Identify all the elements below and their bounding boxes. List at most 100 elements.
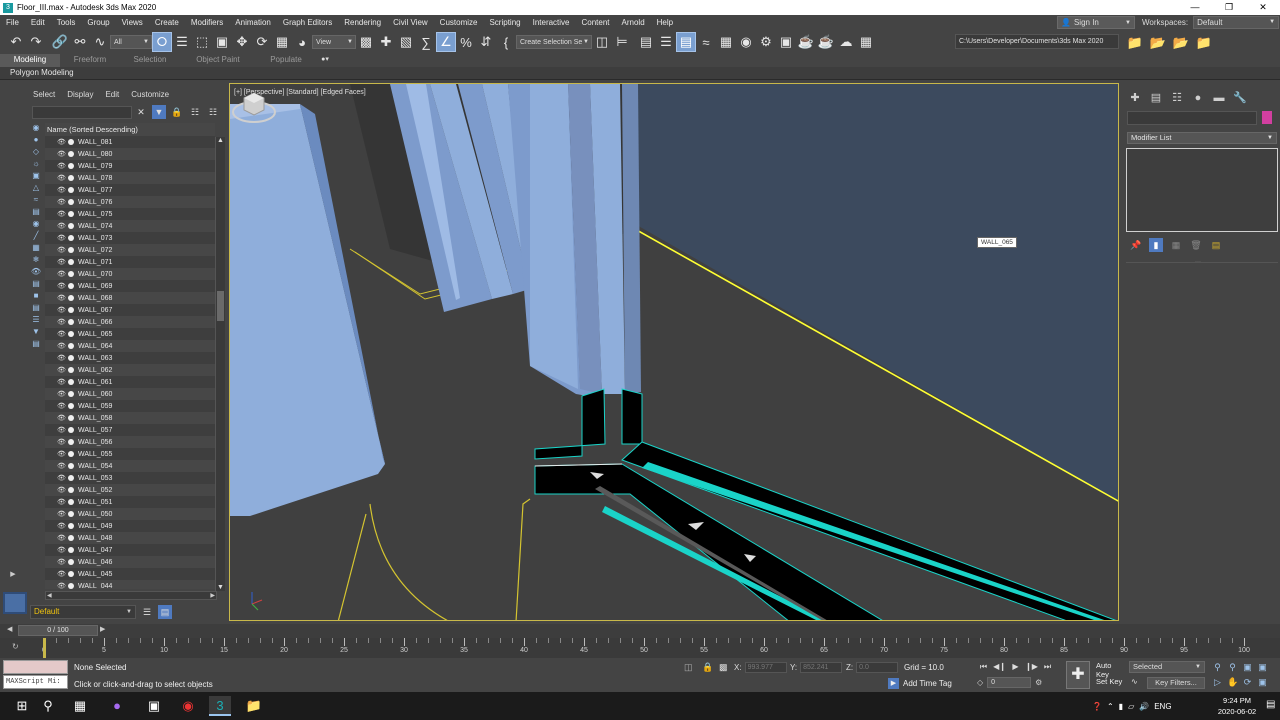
play-icon[interactable]: ▶ [1009, 661, 1022, 673]
previous-key-icon[interactable]: ◀❙ [993, 661, 1006, 673]
language-indicator[interactable]: ENG [1154, 702, 1171, 711]
menu-content[interactable]: Content [576, 18, 616, 27]
list-item[interactable]: 👁 WALL_046 [45, 556, 215, 568]
sign-in-dropdown[interactable]: 👤 Sign In ▼ [1057, 16, 1135, 29]
hierarchy-tab-icon[interactable]: ☷ [1169, 90, 1185, 106]
a360-gallery-icon[interactable]: ▦ [856, 32, 876, 52]
list-item[interactable]: 👁 WALL_072 [45, 244, 215, 256]
list-item[interactable]: 👁 WALL_073 [45, 232, 215, 244]
3ds-max-taskbar-icon[interactable]: 3 [209, 696, 231, 716]
menu-scripting[interactable]: Scripting [483, 18, 526, 27]
select-manipulate-icon[interactable]: ✚ [376, 32, 396, 52]
visibility-eye-icon[interactable]: 👁 [57, 546, 66, 554]
explorer-menu-edit[interactable]: Edit [105, 90, 119, 99]
freeze-toggle-icon[interactable] [68, 199, 74, 205]
align-icon[interactable]: ⊨ [612, 32, 632, 52]
freeze-toggle-icon[interactable] [68, 391, 74, 397]
menu-interactive[interactable]: Interactive [527, 18, 576, 27]
freeze-toggle-icon[interactable] [68, 403, 74, 409]
current-frame-field[interactable]: 0 [987, 677, 1032, 688]
zoom-extents-all-icon[interactable]: ▣ [1257, 661, 1268, 673]
visibility-eye-icon[interactable]: 👁 [57, 258, 66, 266]
network-icon[interactable]: ▱ [1128, 702, 1134, 711]
column-header-name[interactable]: Name (Sorted Descending) [45, 123, 215, 136]
schematic-view-icon[interactable]: ▦ [716, 32, 736, 52]
edit-named-selection-icon[interactable]: { [496, 32, 516, 52]
keyboard-shortcut-override-icon[interactable]: ▧ [396, 32, 416, 52]
snaps-toggle-icon[interactable]: ∑ [416, 32, 436, 52]
browser-app-icon[interactable]: ● [106, 696, 128, 716]
make-unique-icon[interactable]: ▦ [1169, 238, 1183, 252]
visibility-eye-icon[interactable]: 👁 [57, 234, 66, 242]
display-dependents-icon[interactable]: ▤ [29, 338, 43, 350]
search-icon[interactable]: ⚲ [37, 696, 59, 716]
freeze-toggle-icon[interactable] [68, 559, 74, 565]
track-bar[interactable]: ↻ 05101520253035404550556065707580859095… [0, 638, 1280, 658]
time-configuration-icon[interactable]: ⚙ [1035, 678, 1042, 687]
default-in-out-tangent-icon[interactable]: ∿ [1131, 677, 1143, 689]
list-item[interactable]: 👁 WALL_059 [45, 400, 215, 412]
absolute-mode-icon[interactable]: ▩ [719, 662, 728, 673]
list-item[interactable]: 👁 WALL_066 [45, 316, 215, 328]
restore-icon[interactable]: ❐ [1212, 0, 1246, 15]
project-path-field[interactable]: C:\Users\Developer\Documents\3ds Max 202… [955, 34, 1119, 49]
lock-icon[interactable]: 🔒 [170, 105, 184, 119]
list-item[interactable]: 👁 WALL_061 [45, 376, 215, 388]
layer-manager-icon[interactable]: ☰ [140, 605, 154, 619]
freeze-toggle-icon[interactable] [68, 151, 74, 157]
list-item[interactable]: 👁 WALL_060 [45, 388, 215, 400]
menu-civil-view[interactable]: Civil View [387, 18, 434, 27]
minimize-icon[interactable]: — [1178, 0, 1212, 15]
explorer-horizontal-scrollbar[interactable]: ◀ ▶ [45, 591, 217, 600]
next-frame-icon[interactable]: ▶ [100, 625, 110, 637]
freeze-toggle-icon[interactable] [68, 331, 74, 337]
visibility-eye-icon[interactable]: 👁 [57, 378, 66, 386]
list-item[interactable]: 👁 WALL_068 [45, 292, 215, 304]
list-item[interactable]: 👁 WALL_058 [45, 412, 215, 424]
pin-stack-icon[interactable]: 📌 [1129, 238, 1143, 252]
file-explorer-icon[interactable]: 📁 [243, 696, 265, 716]
curve-editor-icon[interactable]: ≈ [696, 32, 716, 52]
freeze-toggle-icon[interactable] [68, 583, 74, 589]
visibility-eye-icon[interactable]: 👁 [57, 534, 66, 542]
explorer-vertical-scrollbar[interactable]: ▲ ▼ [215, 137, 225, 591]
object-color-swatch[interactable] [1262, 111, 1272, 124]
zoom-extents-icon[interactable]: ▣ [1242, 661, 1253, 673]
set-key-button[interactable]: Set Key [1096, 677, 1126, 689]
list-item[interactable]: 👁 WALL_045 [45, 568, 215, 580]
visibility-eye-icon[interactable]: 👁 [57, 462, 66, 470]
list-item[interactable]: 👁 WALL_077 [45, 184, 215, 196]
visibility-eye-icon[interactable]: 👁 [57, 342, 66, 350]
go-to-end-icon[interactable]: ⏭ [1041, 661, 1054, 673]
display-children-icon[interactable]: ☰ [29, 314, 43, 326]
windows-start-icon[interactable]: ⊞ [11, 696, 33, 716]
toggle-ribbon-icon[interactable]: ▤ [676, 32, 696, 52]
freeze-toggle-icon[interactable] [68, 271, 74, 277]
display-tab-icon[interactable]: ▬ [1211, 90, 1227, 106]
time-cursor[interactable] [43, 638, 46, 658]
freeze-toggle-icon[interactable] [68, 463, 74, 469]
freeze-toggle-icon[interactable] [68, 295, 74, 301]
battery-icon[interactable]: ▮ [1119, 702, 1123, 711]
render-in-cloud-icon[interactable]: ☁ [836, 32, 856, 52]
freeze-toggle-icon[interactable] [68, 415, 74, 421]
visibility-eye-icon[interactable]: 👁 [57, 486, 66, 494]
yandex-browser-icon[interactable]: ◉ [177, 696, 199, 716]
visibility-eye-icon[interactable]: 👁 [57, 570, 66, 578]
list-item[interactable]: 👁 WALL_057 [45, 424, 215, 436]
freeze-toggle-icon[interactable] [68, 259, 74, 265]
placement-icon[interactable]: ◕ [292, 32, 312, 52]
freeze-toggle-icon[interactable] [68, 247, 74, 253]
freeze-toggle-icon[interactable] [68, 439, 74, 445]
layer-dropdown[interactable]: Default ▼ [30, 605, 136, 619]
object-name-field[interactable] [1127, 111, 1257, 125]
mirror-icon[interactable]: ◫ [592, 32, 612, 52]
isolate-selection-icon[interactable]: ◫ [684, 662, 693, 673]
visibility-eye-icon[interactable]: 👁 [57, 426, 66, 434]
menu-arnold[interactable]: Arnold [616, 18, 651, 27]
toggle-layer-explorer-icon[interactable]: ☰ [656, 32, 676, 52]
list-item[interactable]: 👁 WALL_078 [45, 172, 215, 184]
visibility-eye-icon[interactable]: 👁 [57, 162, 66, 170]
display-space-warps-icon[interactable]: ≈ [29, 194, 43, 206]
sort-by-layer-icon[interactable]: ▤ [158, 605, 172, 619]
